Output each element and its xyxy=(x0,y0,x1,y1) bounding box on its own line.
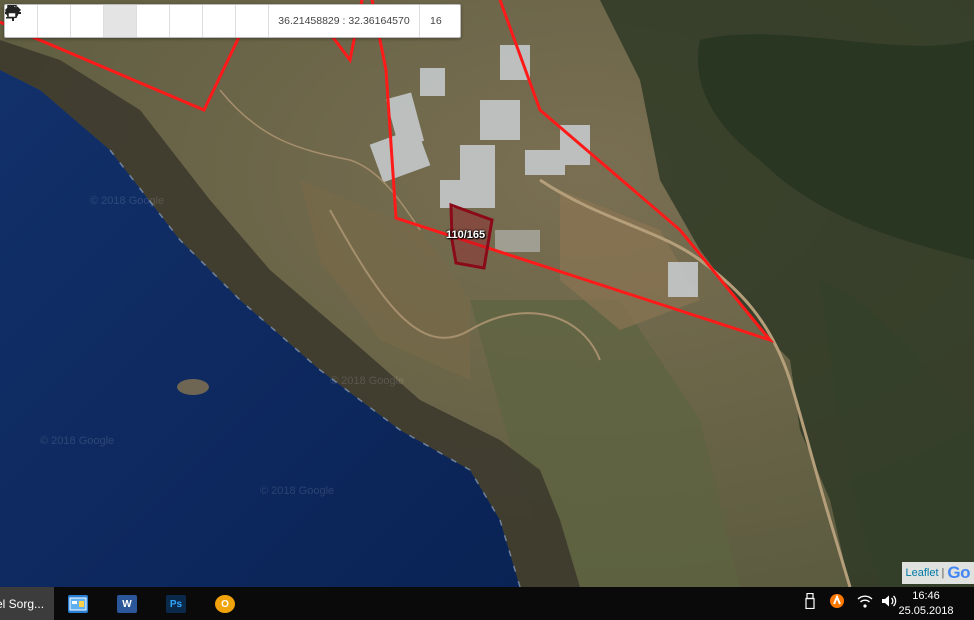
satellite-imagery xyxy=(0,0,974,587)
app-icon-photoshop[interactable]: Ps xyxy=(166,595,186,613)
attribution-separator: | xyxy=(941,567,945,579)
imagery-watermark: © 2018 Google xyxy=(260,485,335,497)
info-button[interactable] xyxy=(6,5,170,37)
clock-time: 16:46 xyxy=(912,590,940,602)
taskbar-active-window[interactable]: el Sorg... xyxy=(0,587,54,620)
map-view[interactable]: © 2018 Google © 2018 Google © 2018 Googl… xyxy=(0,0,974,587)
clock-date: 25.05.2018 xyxy=(898,605,954,617)
app-icon-outlook[interactable]: O xyxy=(215,595,235,613)
wifi-icon[interactable] xyxy=(857,594,873,613)
parcel-label: 110/165 xyxy=(446,229,486,241)
map-attribution: Leaflet | Go xyxy=(901,562,974,584)
imagery-watermark: © 2018 Google xyxy=(330,375,405,387)
google-logo: Go xyxy=(947,563,970,582)
taskbar-active-window-label: el Sorg... xyxy=(0,596,45,611)
app-icon-control-panel[interactable] xyxy=(68,595,88,613)
measure-button[interactable] xyxy=(5,5,236,37)
leaflet-link[interactable]: Leaflet xyxy=(906,567,939,579)
imagery-watermark: © 2018 Google xyxy=(40,435,115,447)
printer-icon xyxy=(5,5,19,18)
imagery-watermark: © 2018 Google xyxy=(90,195,165,207)
photoshop-icon: Ps xyxy=(169,598,183,610)
zoom-out-button[interactable] xyxy=(6,5,71,37)
print-button[interactable] xyxy=(5,5,269,37)
windows-taskbar: el Sorg... W Ps O 16:46 25.05.2018 xyxy=(0,587,974,620)
avast-icon[interactable] xyxy=(829,593,845,614)
usb-icon[interactable] xyxy=(805,592,815,614)
app-icon-word[interactable]: W xyxy=(117,595,137,613)
word-icon: W xyxy=(122,598,132,610)
locate-button[interactable] xyxy=(5,5,137,37)
volume-icon[interactable] xyxy=(881,594,897,613)
coordinates-display: 36.21458829 : 32.36164570 xyxy=(269,5,420,37)
control-panel-icon xyxy=(69,597,87,611)
system-tray xyxy=(805,587,897,620)
refresh-button[interactable] xyxy=(6,5,104,37)
map-toolbar: 36.21458829 : 32.36164570 16 xyxy=(4,4,461,38)
zoom-level-display: 16 xyxy=(430,15,442,27)
favorite-button[interactable] xyxy=(5,5,203,37)
taskbar-clock[interactable]: 16:46 25.05.2018 xyxy=(896,589,956,619)
outlook-icon: O xyxy=(221,598,229,610)
